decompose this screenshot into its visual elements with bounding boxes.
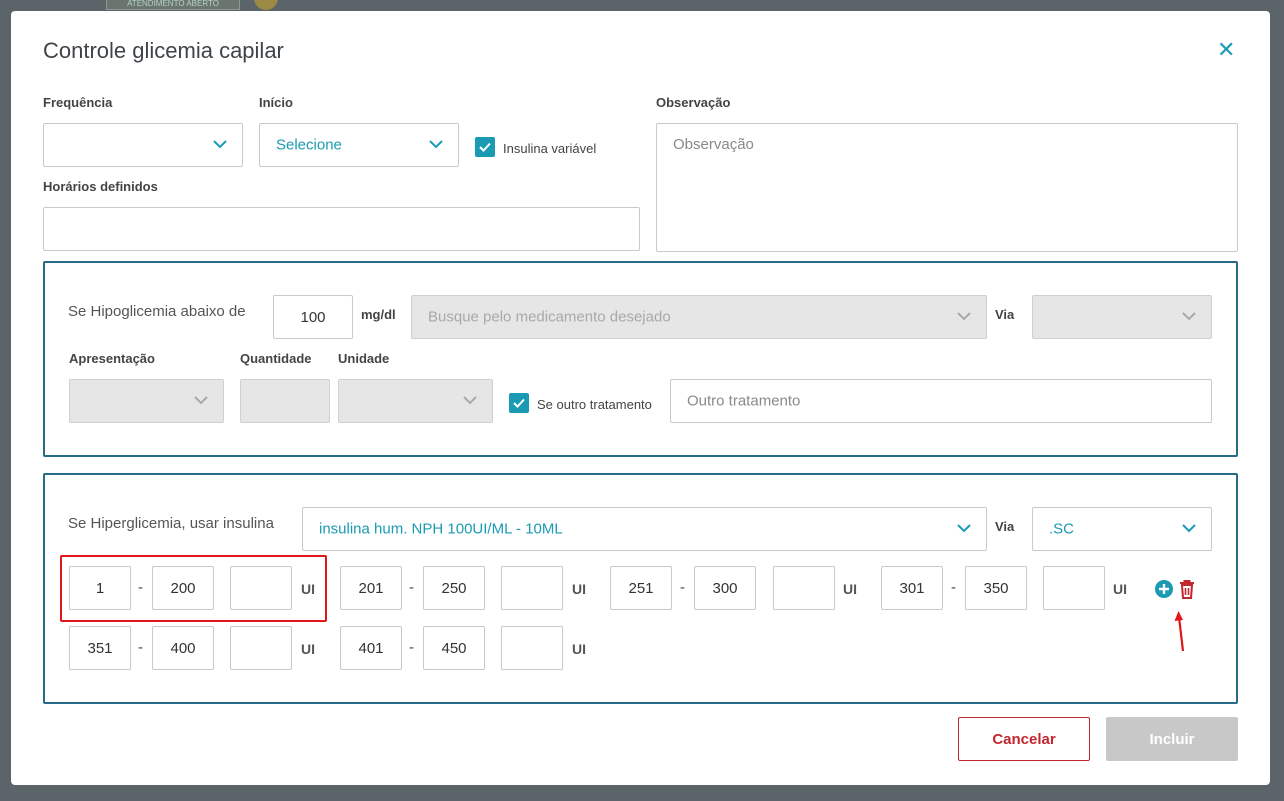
range-from-input[interactable]: 401 xyxy=(340,626,402,670)
inicio-label: Início xyxy=(259,95,293,110)
submit-button[interactable]: Incluir xyxy=(1106,717,1238,761)
range-to-input[interactable]: 300 xyxy=(694,566,756,610)
close-icon[interactable]: ✕ xyxy=(1217,39,1235,61)
range-dash: - xyxy=(138,639,143,656)
inicio-select[interactable]: Selecione xyxy=(259,123,459,167)
hipoglicemia-via-select[interactable] xyxy=(1032,295,1212,339)
chevron-down-icon xyxy=(194,396,208,405)
dose-unit-label: UI xyxy=(1113,581,1127,597)
check-icon xyxy=(479,142,491,152)
hiperglicemia-via-select[interactable]: .SC xyxy=(1032,507,1212,551)
observacao-textarea[interactable]: Observação xyxy=(656,123,1238,252)
chevron-down-icon xyxy=(1182,312,1196,321)
range-dose-input[interactable] xyxy=(230,626,292,670)
observacao-placeholder: Observação xyxy=(673,136,754,153)
apresentacao-label: Apresentação xyxy=(69,351,155,366)
outro-tratamento-placeholder: Outro tratamento xyxy=(687,392,801,410)
range-to-input[interactable]: 450 xyxy=(423,626,485,670)
range-dash: - xyxy=(409,639,414,656)
range-to-input[interactable]: 250 xyxy=(423,566,485,610)
chevron-down-icon xyxy=(957,312,971,321)
insulina-variavel-label: Insulina variável xyxy=(503,141,597,156)
range-dose-input[interactable] xyxy=(230,566,292,610)
mgdl-unit-label: mg/dl xyxy=(361,307,396,322)
via-label: Via xyxy=(995,519,1015,534)
range-from-input[interactable]: 201 xyxy=(340,566,402,610)
check-icon xyxy=(513,398,525,408)
observacao-label: Observação xyxy=(656,95,731,110)
unidade-select[interactable] xyxy=(338,379,493,423)
frequencia-select[interactable] xyxy=(43,123,243,167)
outro-tratamento-checkbox[interactable] xyxy=(509,393,529,413)
unidade-label: Unidade xyxy=(338,351,390,366)
range-dash: - xyxy=(138,579,143,596)
chevron-down-icon xyxy=(463,396,477,405)
delete-range-icon[interactable] xyxy=(1177,578,1197,600)
range-dose-input[interactable] xyxy=(773,566,835,610)
dose-unit-label: UI xyxy=(843,581,857,597)
medication-search-select[interactable]: Busque pelo medicamento desejado xyxy=(411,295,987,339)
range-from-input[interactable]: 301 xyxy=(881,566,943,610)
hiperglicemia-section: Se Hiperglicemia, usar insulina insulina… xyxy=(43,473,1238,704)
modal-dialog: Controle glicemia capilar ✕ Frequência I… xyxy=(11,11,1270,785)
insulina-variavel-checkbox[interactable] xyxy=(475,137,495,157)
background-status-chip: ATENDIMENTO ABERTO xyxy=(106,0,240,10)
frequencia-label: Frequência xyxy=(43,95,113,110)
range-to-input[interactable]: 350 xyxy=(965,566,1027,610)
inicio-value: Selecione xyxy=(276,136,342,154)
horarios-input[interactable] xyxy=(43,207,640,251)
chevron-down-icon xyxy=(957,524,971,533)
chevron-down-icon xyxy=(1182,524,1196,533)
modal-title: Controle glicemia capilar xyxy=(43,38,284,63)
range-dose-input[interactable] xyxy=(1043,566,1105,610)
range-dose-input[interactable] xyxy=(501,626,563,670)
add-range-icon[interactable] xyxy=(1154,579,1174,599)
quantidade-label: Quantidade xyxy=(240,351,312,366)
range-from-input[interactable]: 251 xyxy=(610,566,672,610)
range-dash: - xyxy=(409,579,414,596)
dose-unit-label: UI xyxy=(572,641,586,657)
hipoglicemia-threshold-input[interactable]: 100 xyxy=(273,295,353,339)
chevron-down-icon xyxy=(213,140,227,149)
range-dash: - xyxy=(680,579,685,596)
apresentacao-select[interactable] xyxy=(69,379,224,423)
range-from-input[interactable]: 351 xyxy=(69,626,131,670)
range-dash: - xyxy=(951,579,956,596)
arrow-annotation-icon xyxy=(1174,611,1185,652)
insulin-select[interactable]: insulina hum. NPH 100UI/ML - 10ML xyxy=(302,507,987,551)
range-to-input[interactable]: 400 xyxy=(152,626,214,670)
cancel-button[interactable]: Cancelar xyxy=(958,717,1090,761)
outro-tratamento-label: Se outro tratamento xyxy=(537,397,652,412)
range-dose-input[interactable] xyxy=(501,566,563,610)
range-to-input[interactable]: 200 xyxy=(152,566,214,610)
horarios-label: Horários definidos xyxy=(43,179,158,194)
dose-unit-label: UI xyxy=(301,581,315,597)
via-label: Via xyxy=(995,307,1015,322)
via-value: .SC xyxy=(1049,520,1075,538)
hipoglicemia-section: Se Hipoglicemia abaixo de 100 mg/dl Busq… xyxy=(43,261,1238,457)
outro-tratamento-input[interactable]: Outro tratamento xyxy=(670,379,1212,423)
range-from-input[interactable]: 1 xyxy=(69,566,131,610)
chevron-down-icon xyxy=(429,140,443,149)
hiperglicemia-label: Se Hiperglicemia, usar insulina xyxy=(68,515,274,532)
dose-unit-label: UI xyxy=(301,641,315,657)
quantidade-input[interactable] xyxy=(240,379,330,423)
medication-placeholder: Busque pelo medicamento desejado xyxy=(428,308,671,326)
hipoglicemia-label: Se Hipoglicemia abaixo de xyxy=(68,303,246,320)
insulin-value: insulina hum. NPH 100UI/ML - 10ML xyxy=(319,520,563,538)
dose-unit-label: UI xyxy=(572,581,586,597)
